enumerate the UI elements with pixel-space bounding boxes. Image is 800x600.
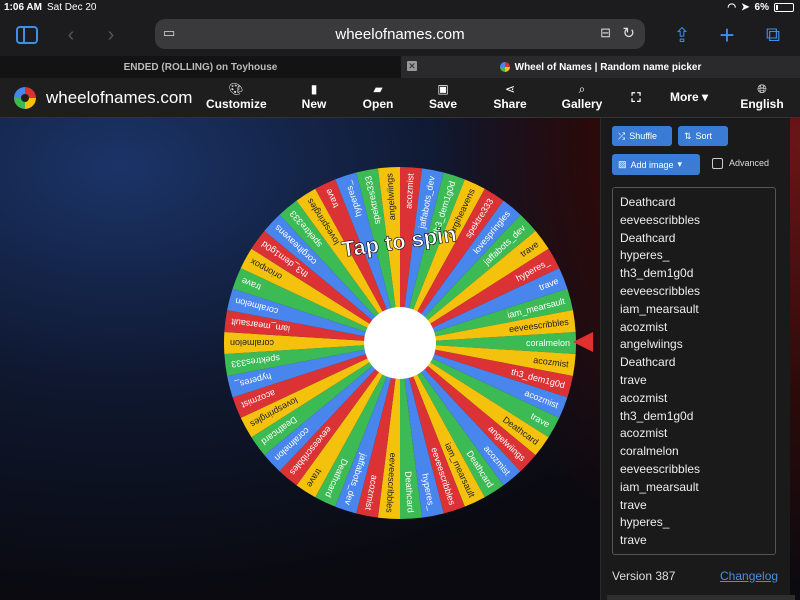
entry-line: acozmist (620, 390, 668, 405)
entry-line: eeveescribbles (620, 284, 701, 298)
share-icon: ⋖ (504, 82, 516, 96)
entries-textbox[interactable]: Deathcard eeveescribbles Deathcard hyperes_… (612, 187, 776, 555)
sidebar-toggle-icon[interactable] (14, 22, 40, 48)
location-icon: ➤ (741, 2, 750, 13)
tab-label: Wheel of Names | Random name picker (514, 61, 702, 73)
tab-wheel-of-names[interactable]: Wheel of Names | Random name picker (401, 56, 800, 78)
chevron-down-icon: ▾ (677, 159, 683, 169)
customize-button[interactable]: 🎨︎ Customize (206, 82, 267, 111)
tabs-icon[interactable]: ⧉ (760, 22, 786, 48)
screen: 1:06 AM Sat Dec 20 ◠ ➤ 6% ‹ › ▭ wheelofn… (0, 0, 800, 600)
status-time: 1:06 AM (4, 2, 42, 13)
browser-toolbar: ‹ › ▭ wheelofnames.com ⊟ ↻ ⇪ + ⧉ (0, 16, 800, 56)
tab-strip: ENDED (ROLLING) on Toyhouse Wheel of Nam… (0, 56, 800, 78)
back-icon[interactable]: ‹ (58, 22, 84, 48)
favicon-icon (499, 62, 510, 72)
entry-line: Deathcard (620, 195, 676, 209)
entry-line: iam_mearsault (620, 479, 699, 494)
status-date: Sat Dec 20 (47, 2, 97, 13)
entry-line: th3_dem1g0d (620, 408, 694, 423)
wifi-icon: ◠ (727, 2, 737, 13)
fullscreen-button[interactable]: ⛶ (628, 90, 644, 106)
entry-line: eeveescribbles (620, 462, 701, 476)
entry-line: coralmelon (620, 444, 679, 459)
tab-toyhouse[interactable]: ENDED (ROLLING) on Toyhouse (0, 56, 401, 78)
advanced-label: Advanced (729, 158, 770, 168)
entry-line: eeveescribbles (620, 212, 701, 227)
app-header: wheelofnames.com 🎨︎ Customize ▮ New ▰ Open … (0, 78, 800, 118)
image-icon: ▨ (618, 159, 627, 169)
new-tab-icon[interactable]: + (714, 20, 740, 50)
wheel-center[interactable] (364, 307, 436, 379)
site-name[interactable]: wheelofnames.com (46, 88, 192, 108)
shuffle-button[interactable]: ⤮ Shuffle (612, 126, 672, 146)
chevron-down-icon: ▾ (701, 90, 709, 104)
reader-icon[interactable]: ⊟ (600, 25, 611, 41)
globe-icon: 🌐︎ (757, 82, 767, 96)
wheel-graphic[interactable]: coralmelonacozmistth3_dem1g0dacozmisttra… (224, 167, 576, 519)
share-icon[interactable]: ⇪ (669, 22, 695, 48)
new-button[interactable]: ▮ New (298, 82, 330, 111)
wheel-pointer-icon (573, 332, 593, 352)
entry-line: Deathcard (620, 230, 676, 245)
add-image-button[interactable]: ▨ Add image ▾ (612, 154, 700, 175)
share-button[interactable]: ⋖ Share (492, 82, 528, 111)
file-icon: ▮ (310, 82, 318, 96)
entry-line: acozmist (620, 426, 668, 441)
entry-line: trave (620, 373, 647, 387)
changelog-link[interactable]: Changelog (720, 569, 778, 583)
save-icon: ▣ (437, 82, 449, 96)
save-button[interactable]: ▣ Save (427, 82, 459, 111)
entry-line: hyperes_ (620, 515, 670, 530)
folder-open-icon: ▰ (373, 82, 383, 96)
forward-icon[interactable]: › (98, 22, 124, 48)
url-text: wheelofnames.com (335, 26, 465, 43)
reload-icon[interactable]: ↻ (622, 24, 635, 42)
entry-line: th3_dem1g0d (620, 266, 694, 281)
entry-line: trave (620, 533, 647, 548)
wheel-segment-label: coralmelon (526, 338, 570, 348)
battery-icon (774, 3, 794, 12)
wheel-segment-label: coralmelon (230, 338, 274, 348)
entry-line: Deathcard (620, 355, 676, 370)
address-bar[interactable]: ▭ wheelofnames.com ⊟ ↻ (155, 19, 645, 49)
wheel[interactable]: coralmelon acozmist th3_dem1g0d acozmist tra… (224, 167, 576, 519)
logo-icon[interactable] (14, 87, 36, 109)
version-text: Version 387 (612, 569, 676, 583)
status-bar: 1:06 AM Sat Dec 20 ◠ ➤ 6% (0, 0, 800, 16)
entry-line: hyperes_ (620, 248, 670, 263)
entry-line: angelwiings (620, 337, 683, 352)
entry-line: acozmist (620, 319, 668, 334)
tab-close-icon[interactable]: ✕ (407, 61, 417, 71)
gallery-button[interactable]: ⌕ Gallery (560, 82, 604, 111)
sort-button[interactable]: ⇅ Sort (678, 126, 728, 146)
entry-line: trave (620, 497, 647, 512)
entry-line: iam_mearsault (620, 301, 699, 316)
language-button[interactable]: 🌐︎ English (740, 82, 784, 111)
palette-icon: 🎨︎ (228, 82, 244, 96)
advanced-checkbox[interactable] (712, 158, 723, 169)
more-button[interactable]: More ▾ (664, 90, 714, 104)
battery-percent: 6% (754, 2, 769, 13)
sort-icon: ⇅ (684, 130, 692, 141)
tab-label: ENDED (ROLLING) on Toyhouse (123, 61, 278, 73)
search-icon: ⌕ (578, 82, 586, 96)
open-button[interactable]: ▰ Open (360, 82, 396, 111)
fullscreen-icon: ⛶ (631, 90, 641, 105)
shuffle-icon: ⤮ (618, 130, 626, 141)
